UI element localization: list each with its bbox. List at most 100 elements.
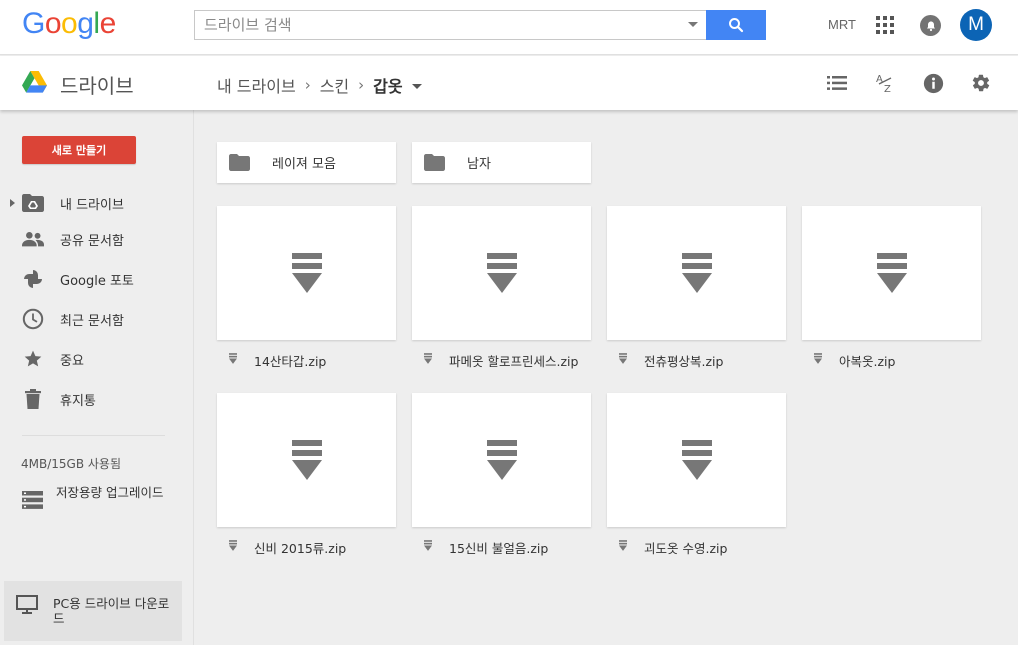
shared-icon (22, 228, 44, 250)
top-bar: Google MRT M (0, 0, 1018, 55)
file-item[interactable]: 15신비 불얼음.zip (412, 393, 591, 556)
logo-letter: g (77, 7, 94, 40)
sidebar-item-label: 내 드라이브 (60, 197, 124, 213)
pc-drive-download-label: PC용 드라이브 다운로드 (53, 596, 170, 626)
file-caption: 아복옷.zip (802, 350, 981, 370)
drive-title[interactable]: 드라이브 (60, 70, 134, 99)
breadcrumb-skin[interactable]: 스킨 (320, 73, 349, 97)
file-caption: 괴도옷 수영.zip (607, 537, 786, 557)
recent-icon (22, 308, 44, 330)
logo-letter: o (44, 7, 62, 40)
breadcrumb: 내 드라이브 › 스킨 › 갑옷 (217, 73, 422, 97)
sidebar-item-label: 최근 문서함 (60, 313, 124, 329)
bell-icon (926, 21, 935, 31)
file-thumbnail (217, 206, 396, 340)
file-name: 파메옷 할로프린세스.zip (449, 354, 579, 369)
sort-button[interactable]: A Z (874, 72, 896, 94)
zip-archive-icon (291, 440, 322, 480)
notifications-bell-icon[interactable] (920, 15, 941, 36)
sort-az-icon: A Z (876, 74, 892, 94)
zip-archive-icon (681, 440, 712, 480)
zip-archive-icon (486, 440, 517, 480)
my-drive-icon (22, 192, 44, 214)
zip-archive-icon (814, 353, 822, 364)
file-item[interactable]: 전츄평상복.zip (607, 206, 786, 369)
file-thumbnail (802, 206, 981, 340)
zip-archive-icon (876, 253, 907, 293)
folder-menu-chevron-down-icon[interactable] (411, 83, 422, 89)
upgrade-storage-label: 저장용량 업그레이드 (56, 485, 164, 500)
zip-archive-icon (424, 540, 432, 551)
sidebar-item-starred[interactable]: 중요 (0, 343, 194, 375)
folder-item[interactable]: 레이져 모음 (217, 142, 396, 183)
list-view-button[interactable] (826, 72, 848, 94)
zip-archive-icon (424, 353, 432, 364)
zip-archive-icon (229, 353, 237, 364)
folder-name: 레이져 모음 (272, 157, 336, 172)
account-name[interactable]: MRT (828, 17, 856, 32)
sidebar-item-recent[interactable]: 최근 문서함 (0, 303, 194, 335)
file-item[interactable]: 파메옷 할로프린세스.zip (412, 206, 591, 369)
zip-archive-icon (619, 353, 627, 364)
storage-usage: 4MB/15GB 사용됨 (21, 457, 121, 471)
search-box (194, 10, 706, 40)
settings-button[interactable] (970, 72, 992, 94)
details-button[interactable] (922, 72, 944, 94)
file-caption: 14산타갑.zip (217, 350, 396, 370)
search-input[interactable] (195, 11, 665, 39)
zip-archive-icon (229, 540, 237, 551)
file-thumbnail (217, 393, 396, 527)
file-item[interactable]: 14산타갑.zip (217, 206, 396, 369)
avatar[interactable]: M (960, 9, 992, 41)
list-view-icon (827, 76, 847, 90)
info-icon (923, 73, 943, 93)
google-logo[interactable]: Google (22, 7, 116, 41)
breadcrumb-my-drive[interactable]: 내 드라이브 (217, 73, 296, 97)
folder-item[interactable]: 남자 (412, 142, 591, 183)
storage-icon (22, 491, 43, 509)
file-name: 아복옷.zip (839, 354, 896, 369)
file-caption: 15신비 불얼음.zip (412, 537, 591, 557)
sidebar-item-label: 휴지통 (60, 393, 96, 409)
file-name: 괴도옷 수영.zip (644, 541, 728, 556)
gear-icon (972, 74, 990, 92)
expand-arrow-icon[interactable] (10, 199, 15, 207)
folder-name: 남자 (467, 157, 491, 172)
folder-icon (229, 154, 250, 171)
sidebar-item-trash[interactable]: 휴지통 (0, 383, 194, 415)
logo-letter: o (61, 7, 78, 40)
drive-logo-icon[interactable] (22, 71, 47, 97)
file-caption: 신비 2015류.zip (217, 537, 396, 557)
zip-archive-icon (486, 253, 517, 293)
file-item[interactable]: 아복옷.zip (802, 206, 981, 369)
search-button[interactable] (706, 10, 766, 40)
new-button[interactable]: 새로 만들기 (22, 136, 136, 164)
file-item[interactable]: 신비 2015류.zip (217, 393, 396, 556)
file-name: 15신비 불얼음.zip (449, 541, 549, 556)
zip-archive-icon (619, 540, 627, 551)
breadcrumb-current-folder[interactable]: 갑옷 (373, 73, 402, 97)
folder-icon (424, 154, 445, 171)
drive-toolbar: 드라이브 내 드라이브 › 스킨 › 갑옷 A Z (0, 56, 1018, 110)
sidebar-item-google-photos[interactable]: Google 포토 (0, 263, 194, 295)
apps-grid-icon[interactable] (876, 16, 894, 34)
zip-archive-icon (291, 253, 322, 293)
monitor-icon (16, 595, 38, 614)
sidebar-item-shared[interactable]: 공유 문서함 (0, 223, 194, 255)
sidebar-item-label: Google 포토 (60, 273, 134, 289)
file-item[interactable]: 괴도옷 수영.zip (607, 393, 786, 556)
logo-letter: e (99, 7, 117, 40)
file-caption: 파메옷 할로프린세스.zip (412, 350, 591, 370)
sidebar-divider (22, 435, 165, 436)
pc-drive-download-button[interactable]: PC용 드라이브 다운로드 (4, 581, 182, 641)
search-options-chevron-icon[interactable] (688, 22, 698, 27)
file-thumbnail (412, 393, 591, 527)
file-name: 전츄평상복.zip (644, 354, 724, 369)
sidebar-item-my-drive[interactable]: 내 드라이브 (0, 187, 194, 219)
photos-icon (22, 268, 44, 290)
file-caption: 전츄평상복.zip (607, 350, 786, 370)
file-name: 14산타갑.zip (254, 354, 327, 369)
search-icon (729, 18, 744, 33)
trash-icon (22, 388, 44, 410)
breadcrumb-separator-icon: › (304, 76, 311, 94)
